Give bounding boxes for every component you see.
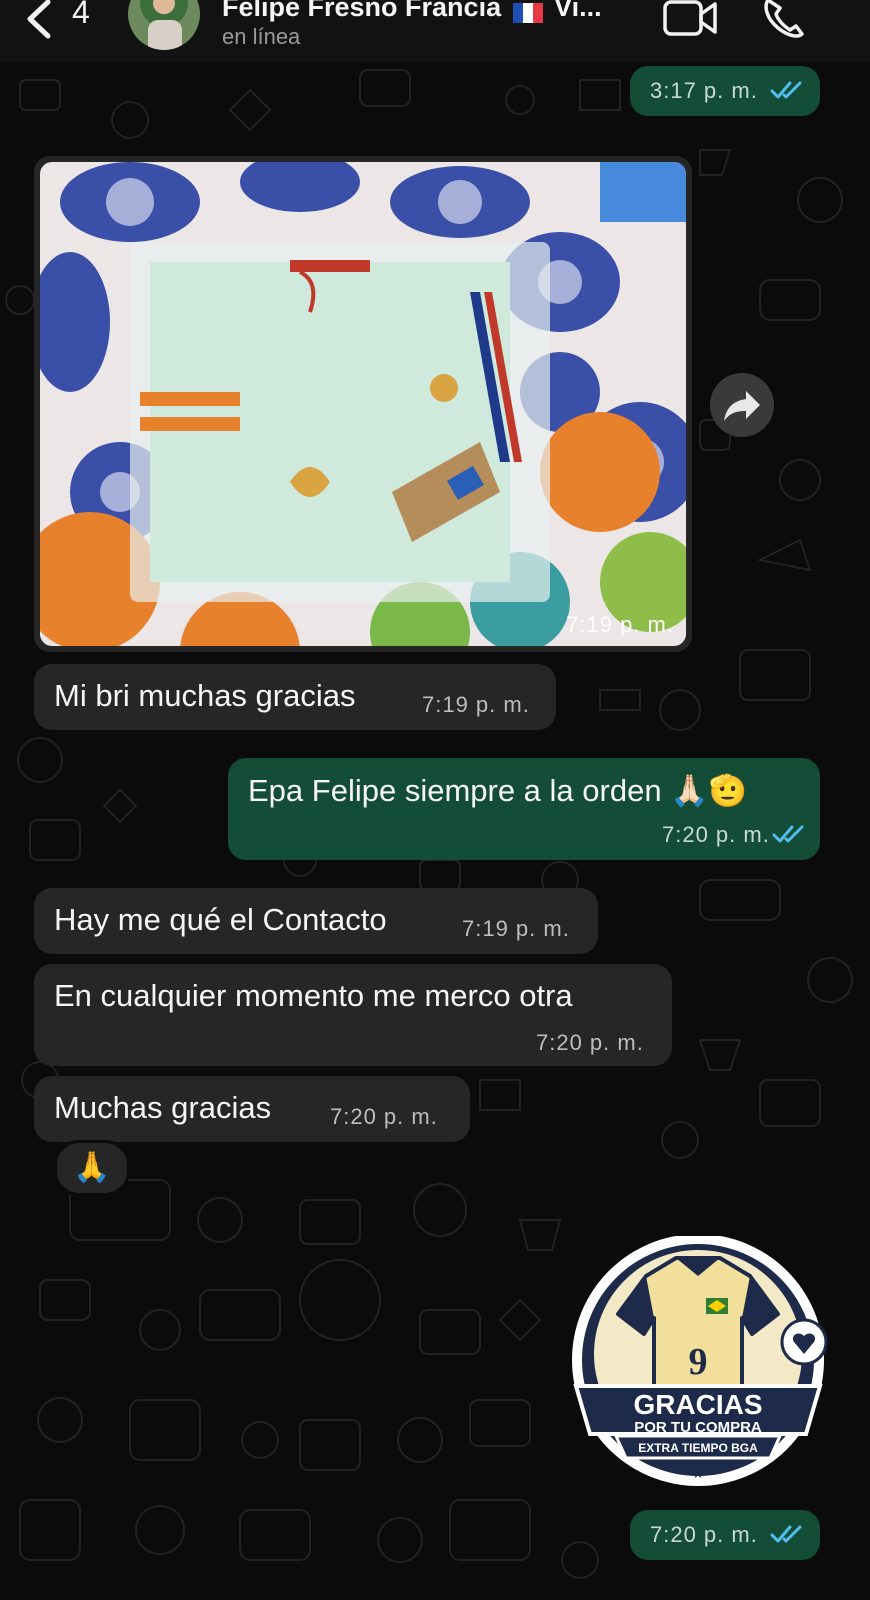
incoming-message[interactable]: En cualquier momento me merco otra 7:20 … — [34, 964, 672, 1066]
message-text: Hay me qué el Contacto — [54, 902, 387, 937]
message-time: 7:20 p. m. — [330, 1104, 438, 1129]
contact-name-suffix: Vi... — [554, 0, 602, 22]
star-icon: ★ — [692, 1465, 705, 1481]
incoming-message[interactable]: Muchas gracias 7:20 p. m. — [34, 1076, 470, 1142]
reaction-badge[interactable]: 🙏 — [54, 1140, 130, 1196]
jersey-photo[interactable] — [40, 162, 686, 646]
message-text: Mi bri muchas gracias — [54, 678, 356, 713]
outgoing-message[interactable]: 3:17 p. m. — [630, 66, 820, 116]
forward-button[interactable] — [710, 373, 774, 437]
message-time: 7:19 p. m. — [422, 692, 530, 717]
sticker-line1: GRACIAS — [633, 1389, 762, 1420]
outgoing-message[interactable]: Epa Felipe siempre a la orden 🙏🏻🫡 7:20 p… — [228, 758, 820, 860]
message-time: 3:17 p. m. — [650, 78, 758, 103]
thanks-sticker[interactable]: 9 GRACIAS POR TU COMPRA EXTRA TIEMPO BGA… — [566, 1234, 830, 1492]
video-call-icon[interactable] — [662, 0, 718, 38]
sticker-line2: POR TU COMPRA — [634, 1419, 762, 1436]
sticker-number: 9 — [689, 1341, 708, 1383]
sticker-line3: EXTRA TIEMPO BGA — [638, 1441, 758, 1455]
sticker-artwork: 9 GRACIAS POR TU COMPRA EXTRA TIEMPO BGA… — [572, 1234, 828, 1486]
phone-icon[interactable] — [760, 0, 808, 40]
forward-icon — [724, 391, 760, 421]
incoming-message[interactable]: Hay me qué el Contacto 7:19 p. m. — [34, 888, 598, 954]
double-check-icon — [770, 81, 802, 99]
double-check-icon — [772, 825, 804, 843]
chat-header: 4 Felipe Fresno Francia Vi... en línea — [0, 0, 870, 62]
chevron-left-icon[interactable] — [22, 0, 58, 40]
contact-name[interactable]: Felipe Fresno Francia Vi... — [222, 0, 642, 23]
message-time: 7:20 p. m. — [650, 1522, 758, 1547]
message-time: 7:20 p. m. — [662, 822, 770, 847]
contact-avatar[interactable] — [128, 0, 200, 50]
contact-name-text: Felipe Fresno Francia — [222, 0, 502, 22]
message-text: Muchas gracias — [54, 1090, 272, 1125]
message-time: 7:19 p. m. — [462, 916, 570, 941]
france-flag-icon — [512, 0, 543, 23]
message-time: 7:19 p. m. — [566, 612, 674, 637]
double-check-icon — [770, 1525, 802, 1543]
message-text: En cualquier momento me merco otra — [54, 978, 573, 1013]
contact-status: en línea — [222, 24, 301, 49]
outgoing-message[interactable]: 7:20 p. m. — [630, 1510, 820, 1560]
message-time: 7:20 p. m. — [536, 1030, 644, 1055]
message-text: Epa Felipe siempre a la orden 🙏🏻🫡 — [248, 773, 748, 808]
unread-count[interactable]: 4 — [72, 0, 90, 31]
incoming-message[interactable]: Mi bri muchas gracias 7:19 p. m. — [34, 664, 556, 730]
image-message[interactable]: 7:19 p. m. — [34, 156, 692, 652]
